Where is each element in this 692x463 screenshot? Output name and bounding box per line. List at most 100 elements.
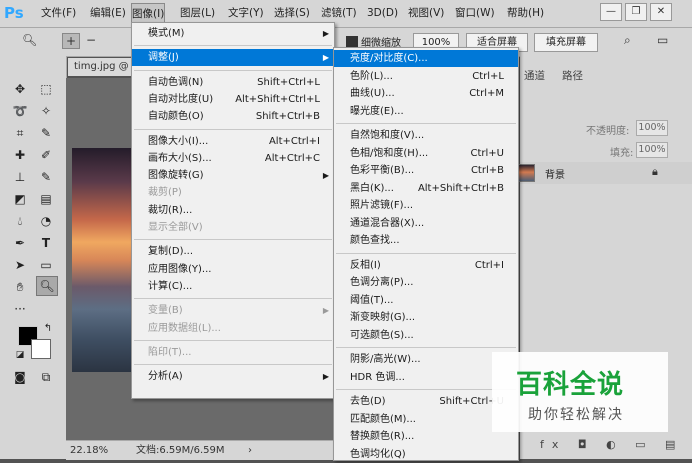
menu-separator [336,347,516,348]
layer-name[interactable]: 背景 [545,166,565,181]
menu-file[interactable]: 文件(F) [41,0,76,27]
image-menu-item[interactable]: 自动色调(N) Shift+Ctrl+L [132,74,334,91]
shape-tool-icon[interactable]: ▭ [36,256,56,274]
adjustments-menu-item-shortcut: Ctrl+M [469,88,504,99]
image-menu-item-label: 裁切(R)... [148,204,193,216]
close-button[interactable]: ✕ [650,3,672,21]
image-menu-item[interactable]: 分析(A) ▶ [132,368,334,385]
image-menu-item[interactable]: 画布大小(S)... Alt+Ctrl+C [132,150,334,167]
brush-tool-icon[interactable]: ✐ [36,146,56,164]
menu-help[interactable]: 帮助(H) [507,0,544,27]
marquee-tool-icon[interactable]: ⬚ [36,80,56,98]
search-icon[interactable]: ⌕ [624,33,631,48]
zoom-out-icon[interactable]: − [86,33,96,47]
swap-colors-icon[interactable]: ↰ [38,320,58,338]
image-menu-item[interactable]: 自动对比度(U) Alt+Shift+Ctrl+L [132,91,334,108]
submenu-arrow-icon: ▶ [322,306,329,316]
status-arrow-icon[interactable]: › [248,441,252,460]
image-menu-item[interactable]: 应用图像(Y)... [132,261,334,278]
type-tool-icon[interactable]: T [36,234,56,252]
adjustments-menu-item[interactable]: 去色(D) Shift+Ctrl+U [334,393,518,410]
image-menu-item[interactable]: 图像大小(I)... Alt+Ctrl+I [132,133,334,150]
adjustments-menu-item[interactable]: 自然饱和度(V)... [334,127,518,144]
zoom-level[interactable]: 22.18% [70,441,108,460]
adjustments-menu-item[interactable]: 色调分离(P)... [334,274,518,291]
adjustments-menu-item[interactable]: 通道混合器(X)... [334,215,518,232]
image-menu-item[interactable]: 计算(C)... [132,278,334,295]
lasso-tool-icon[interactable]: ➰ [10,102,30,120]
image-menu: 模式(M) ▶ 调整(J) ▶ 自动色调(N) Shift+Ctrl+L 自动对比度(U) A… [131,22,335,399]
tab-channels[interactable]: 通道 [524,66,545,86]
tab-paths[interactable]: 路径 [562,66,583,86]
move-tool-icon[interactable]: ✥ [10,80,30,98]
screen-mode-icon[interactable]: ⧉ [36,368,56,386]
adjustments-menu-item[interactable]: 替换颜色(R)... [334,428,518,445]
dodge-tool-icon[interactable]: ◔ [36,212,56,230]
menu-window[interactable]: 窗口(W) [455,0,495,27]
fill-screen-button[interactable]: 填充屏幕 [534,33,598,52]
image-menu-item[interactable]: 裁切(R)... [132,202,334,219]
healing-brush-icon[interactable]: ✚ [10,146,30,164]
adjustments-menu-item-label: 色彩平衡(B)... [350,165,415,176]
pen-tool-icon[interactable]: ✒ [10,234,30,252]
menu-view[interactable]: 视图(V) [408,0,444,27]
adjustments-menu-item-shortcut: Alt+Shift+Ctrl+B [417,182,504,194]
tools-panel: ✥ ⬚ ➰ ✧ ⌗ ✎ ✚ ✐ ⊥ ✎ ◩ ▤ 💧︎ ◔ ✒ T ➤ ▭ ✋︎ … [0,56,67,459]
adjustments-menu-item[interactable]: 匹配颜色(M)... [334,411,518,428]
fill-field[interactable]: 100% [636,142,668,158]
background-color-swatch[interactable] [31,339,51,359]
menu-edit[interactable]: 编辑(E) [90,0,126,27]
adjustments-menu-item[interactable]: 照片滤镜(F)... [334,197,518,214]
adjustments-menu-item[interactable]: 色阶(L)... Ctrl+L [334,68,518,85]
adjustments-menu-item[interactable]: 色彩平衡(B)... Ctrl+B [334,162,518,179]
adjustments-menu-item[interactable]: 阴影/高光(W)... [334,351,518,368]
image-menu-item[interactable]: 自动颜色(O) Shift+Ctrl+B [132,108,334,125]
more-tools-icon[interactable]: ··· [10,300,30,318]
adjustments-menu-item[interactable]: 阈值(T)... [334,292,518,309]
path-select-icon[interactable]: ➤ [10,256,30,274]
adjustments-menu-item[interactable]: HDR 色调... [334,369,518,386]
blur-tool-icon[interactable]: 💧︎ [10,212,30,230]
adjustments-menu-item-label: 曲线(U)... [350,88,395,99]
zoom-tool-selected-icon[interactable]: 🔍︎ [36,276,58,296]
zoom-tool-icon[interactable]: 🔍︎ [22,33,37,47]
adjustments-menu-item-label: 阈值(T)... [350,294,394,306]
adjustments-menu-item-label: 曝光度(E)... [350,105,404,117]
watermark-title: 百科全说 [516,370,625,400]
opacity-field[interactable]: 100% [636,120,668,136]
zoom-in-icon[interactable]: + [62,33,80,49]
minimize-button[interactable]: — [600,3,622,21]
adjustments-menu-item[interactable]: 可选颜色(S)... [334,327,518,344]
image-menu-item[interactable]: 图像旋转(G) ▶ [132,167,334,184]
adjustments-menu-item[interactable]: 颜色查找... [334,232,518,249]
adjustments-menu-item[interactable]: 色调均化(Q) [334,446,518,463]
stamp-tool-icon[interactable]: ⊥ [10,168,30,186]
adjustments-menu-item[interactable]: 渐变映射(G)... [334,309,518,326]
eyedropper-icon[interactable]: ✎ [36,124,56,142]
adjustments-menu-item[interactable]: 反相(I) Ctrl+I [334,257,518,274]
history-brush-icon[interactable]: ✎ [36,168,56,186]
adjustments-menu-item[interactable]: 曝光度(E)... [334,103,518,120]
adjustments-menu-item[interactable]: 色相/饱和度(H)... Ctrl+U [334,145,518,162]
adjustments-menu-item[interactable]: 亮度/对比度(C)... [334,50,518,67]
restore-button[interactable]: ❐ [625,3,647,21]
eraser-tool-icon[interactable]: ◩ [10,190,30,208]
layer-actions-icons[interactable]: fx ◘ ◐ ▭ ▤ 🗑︎ [540,438,692,451]
image-menu-item-label: 调整(J) [148,52,179,64]
adjustments-menu-item[interactable]: 黑白(K)... Alt+Shift+Ctrl+B [334,180,518,197]
image-menu-item[interactable]: 复制(D)... [132,243,334,260]
image-menu-item[interactable]: 调整(J) ▶ [132,49,334,67]
gradient-tool-icon[interactable]: ▤ [36,190,56,208]
default-colors-icon[interactable]: ◪ [10,346,30,364]
crop-tool-icon[interactable]: ⌗ [10,124,30,142]
hand-tool-icon[interactable]: ✋︎ [10,278,30,296]
image-menu-item[interactable]: 模式(M) ▶ [132,25,334,42]
adjustments-menu-item-label: 色相/饱和度(H)... [350,147,429,159]
adjustments-menu-item[interactable]: 曲线(U)... Ctrl+M [334,85,518,102]
submenu-arrow-icon: ▶ [322,171,329,181]
quick-mask-icon[interactable]: ◙ [10,368,30,386]
workspace-icon[interactable]: ▭ [657,33,668,47]
menu-3d[interactable]: 3D(D) [367,0,398,27]
magic-wand-icon[interactable]: ✧ [36,102,56,120]
image-menu-item-label: 裁剪(P) [148,187,182,199]
